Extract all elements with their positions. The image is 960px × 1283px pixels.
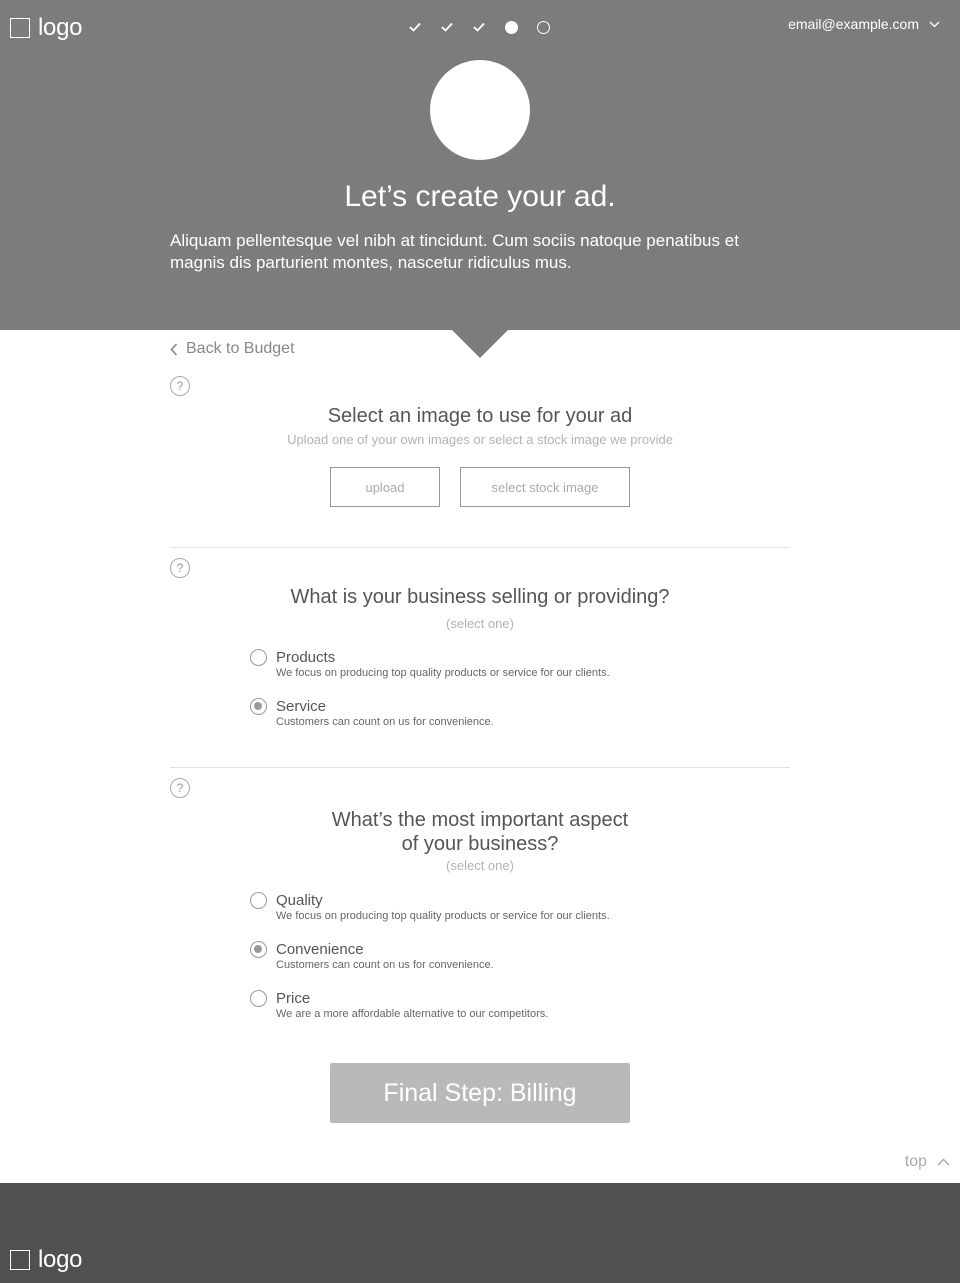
logo-square-icon	[10, 18, 30, 38]
option-description: Customers can count on us for convenienc…	[276, 959, 494, 971]
option-quality[interactable]: Quality We focus on producing top qualit…	[250, 892, 610, 922]
footer: logo	[0, 1183, 960, 1283]
select-one-hint: (select one)	[446, 616, 514, 631]
back-to-budget-link[interactable]: Back to Budget	[170, 340, 295, 358]
section-divider	[170, 547, 790, 548]
aspect-section-title-line2: of your business?	[401, 833, 559, 855]
account-menu[interactable]: email@example.com	[788, 16, 940, 32]
radio-quality[interactable]	[250, 892, 267, 909]
option-service[interactable]: Service Customers can count on us for co…	[250, 698, 494, 728]
step-5-upcoming	[532, 18, 554, 36]
aspect-section-title-line1: What’s the most important aspect	[331, 809, 629, 831]
final-step-billing-button[interactable]: Final Step: Billing	[330, 1063, 630, 1123]
step-current-dot-icon	[504, 20, 518, 34]
option-description: We focus on producing top quality produc…	[276, 667, 610, 679]
option-price[interactable]: Price We are a more affordable alternati…	[250, 990, 548, 1020]
help-icon[interactable]: ?	[170, 558, 190, 578]
radio-convenience[interactable]	[250, 941, 267, 958]
option-label: Convenience	[276, 941, 364, 958]
header-pointer	[452, 330, 508, 358]
option-label: Service	[276, 698, 327, 715]
upload-button[interactable]: upload	[330, 467, 440, 507]
header-logo[interactable]: logo	[10, 14, 82, 42]
select-one-hint: (select one)	[446, 858, 514, 873]
step-2-complete-check-icon	[436, 18, 458, 36]
intro-text: Aliquam pellentesque vel nibh at tincidu…	[170, 231, 739, 272]
radio-products[interactable]	[250, 649, 267, 666]
avatar	[430, 60, 530, 160]
option-label: Products	[276, 649, 336, 666]
option-label: Quality	[276, 892, 323, 909]
option-convenience[interactable]: Convenience Customers can count on us fo…	[250, 941, 494, 971]
logo-square-icon	[10, 1250, 30, 1270]
footer-logo[interactable]: logo	[10, 1246, 82, 1274]
hero-header: logo email@example.com Let’s create your…	[0, 0, 960, 330]
chevron-left-icon	[170, 342, 178, 356]
page-title: Let’s create your ad.	[344, 180, 616, 213]
step-1-complete-check-icon	[404, 18, 426, 36]
option-description: We focus on producing top quality produc…	[276, 910, 610, 922]
option-description: Customers can count on us for convenienc…	[276, 716, 494, 728]
select-stock-image-button[interactable]: select stock image	[460, 467, 630, 507]
progress-steps	[404, 18, 554, 36]
account-email: email@example.com	[788, 16, 919, 32]
radio-price[interactable]	[250, 990, 267, 1007]
section-divider	[170, 767, 790, 768]
help-icon[interactable]: ?	[170, 778, 190, 798]
step-upcoming-ring-icon	[536, 20, 550, 34]
chevron-up-icon	[937, 1158, 950, 1166]
image-section-title: Select an image to use for your ad	[327, 405, 633, 427]
logo-text: logo	[38, 14, 83, 41]
step-4-current	[500, 18, 522, 36]
business-section-title: What is your business selling or providi…	[290, 586, 670, 608]
logo-text: logo	[38, 1246, 83, 1273]
help-icon[interactable]: ?	[170, 376, 190, 396]
image-section-subtitle: Upload one of your own images or select …	[287, 432, 673, 447]
back-to-top-link[interactable]: top	[905, 1153, 950, 1171]
option-label: Price	[276, 990, 311, 1007]
radio-service[interactable]	[250, 698, 267, 715]
back-link-label: Back to Budget	[186, 340, 295, 357]
option-description: We are a more affordable alternative to …	[276, 1008, 549, 1020]
option-products[interactable]: Products We focus on producing top quali…	[250, 649, 610, 679]
back-to-top-label: top	[904, 1153, 927, 1170]
chevron-down-icon	[929, 21, 940, 27]
step-3-complete-check-icon	[468, 18, 490, 36]
